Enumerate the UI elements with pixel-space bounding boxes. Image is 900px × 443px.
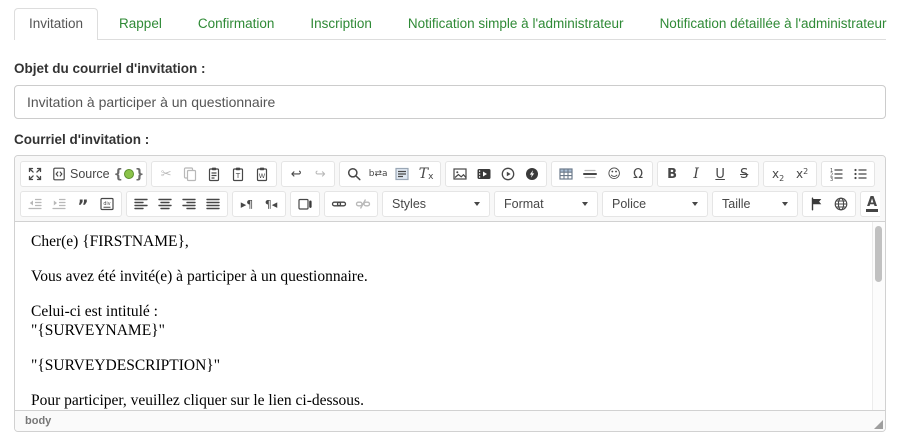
body-label: Courriel d'invitation : (14, 132, 886, 147)
align-left-icon[interactable] (129, 192, 153, 216)
indent-icon[interactable] (47, 192, 71, 216)
bold-icon[interactable]: B (660, 162, 684, 186)
body-line: "{SURVEYDESCRIPTION}" (31, 356, 869, 375)
superscript-icon[interactable]: x2 (790, 162, 814, 186)
toolbar-row-2: ” div (20, 189, 880, 219)
editor-status-bar: body (15, 410, 885, 431)
underline-icon[interactable]: U (708, 162, 732, 186)
chevron-down-icon (582, 202, 588, 206)
remove-format-icon[interactable]: Tx (414, 162, 438, 186)
svg-text:W: W (259, 172, 266, 180)
rich-text-editor: Source {} ✂ T (14, 155, 886, 432)
search-icon[interactable] (342, 162, 366, 186)
chevron-down-icon (692, 202, 698, 206)
toolbar-row-1: Source {} ✂ T (20, 159, 880, 189)
numbered-list-icon[interactable]: 123 (824, 162, 848, 186)
tab-rappel[interactable]: Rappel (104, 8, 177, 39)
body-line: Pour participer, veuillez cliquer sur le… (31, 391, 869, 410)
blockquote-icon[interactable]: ” (71, 195, 95, 219)
subject-input[interactable] (14, 85, 886, 119)
editor-scrollbar[interactable] (872, 222, 885, 410)
elements-path[interactable]: body (25, 415, 51, 427)
tab-notification-simple[interactable]: Notification simple à l'administrateur (393, 8, 639, 39)
redo-icon[interactable]: ↪ (308, 162, 332, 186)
video-icon[interactable] (472, 162, 496, 186)
maximize-icon[interactable] (23, 162, 47, 186)
editor-content-area[interactable]: Cher(e) {FIRSTNAME}, Vous avez été invit… (15, 222, 885, 410)
align-right-icon[interactable] (177, 192, 201, 216)
smiley-icon[interactable]: ☺ (602, 162, 626, 186)
align-justify-icon[interactable] (201, 192, 225, 216)
media-embed-icon[interactable] (496, 162, 520, 186)
replace-icon[interactable]: b⇄a (366, 162, 390, 186)
text-color-icon[interactable]: A (863, 192, 880, 216)
copy-icon[interactable] (178, 162, 202, 186)
iframe-icon[interactable] (293, 192, 317, 216)
svg-text:3: 3 (830, 177, 833, 182)
link-icon[interactable] (327, 192, 351, 216)
lime-replacement-fields-icon[interactable]: {} (114, 162, 145, 186)
text-direction-rtl-icon[interactable]: ¶◂ (259, 192, 283, 216)
source-button[interactable]: Source (47, 162, 114, 186)
special-char-icon[interactable]: Ω (626, 162, 650, 186)
strikethrough-icon[interactable]: S (732, 162, 756, 186)
chevron-down-icon (782, 202, 788, 206)
table-icon[interactable] (554, 162, 578, 186)
email-template-tabs: Invitation Rappel Confirmation Inscripti… (14, 8, 886, 40)
font-dropdown[interactable]: Police (605, 192, 705, 216)
paste-as-text-icon[interactable]: T (226, 162, 250, 186)
tab-invitation[interactable]: Invitation (14, 8, 98, 40)
scrollbar-thumb[interactable] (875, 226, 882, 282)
tab-notification-detaillee[interactable]: Notification détaillée à l'administrateu… (645, 8, 900, 39)
flash-icon[interactable] (520, 162, 544, 186)
div-container-icon[interactable]: div (95, 192, 119, 216)
paste-icon[interactable] (202, 162, 226, 186)
text-direction-ltr-icon[interactable]: ▸¶ (235, 192, 259, 216)
globe-icon[interactable] (829, 192, 853, 216)
outdent-icon[interactable] (23, 192, 47, 216)
align-center-icon[interactable] (153, 192, 177, 216)
svg-text:div: div (103, 201, 110, 207)
image-icon[interactable] (448, 162, 472, 186)
undo-icon[interactable]: ↩ (284, 162, 308, 186)
bullet-list-icon[interactable] (848, 162, 872, 186)
anchor-flag-icon[interactable] (805, 192, 829, 216)
lime-dot (124, 169, 134, 179)
tab-inscription[interactable]: Inscription (295, 8, 387, 39)
select-all-icon[interactable] (390, 162, 414, 186)
styles-dropdown[interactable]: Styles (385, 192, 487, 216)
horizontal-rule-icon[interactable] (578, 162, 602, 186)
paste-from-word-icon[interactable]: W (250, 162, 274, 186)
body-line: Celui-ci est intitulé : (31, 302, 869, 321)
format-dropdown[interactable]: Format (497, 192, 595, 216)
email-body-text: Cher(e) {FIRSTNAME}, Vous avez été invit… (15, 222, 885, 410)
source-label: Source (70, 167, 110, 181)
subscript-icon[interactable]: x2 (766, 162, 790, 186)
editor-toolbar: Source {} ✂ T (15, 156, 885, 222)
chevron-down-icon (474, 202, 480, 206)
cut-icon[interactable]: ✂ (154, 162, 178, 186)
body-line: Vous avez été invité(e) à participer à u… (31, 267, 869, 286)
svg-text:T: T (235, 172, 241, 180)
body-line: "{SURVEYNAME}" (31, 321, 869, 340)
font-size-dropdown[interactable]: Taille (715, 192, 795, 216)
italic-icon[interactable]: I (684, 162, 708, 186)
resize-handle-icon[interactable] (874, 420, 883, 429)
email-templates-panel: Invitation Rappel Confirmation Inscripti… (0, 0, 900, 432)
tab-confirmation[interactable]: Confirmation (183, 8, 290, 39)
subject-label: Objet du courriel d'invitation : (14, 61, 886, 76)
unlink-icon[interactable] (351, 192, 375, 216)
body-line: Cher(e) {FIRSTNAME}, (31, 232, 869, 251)
